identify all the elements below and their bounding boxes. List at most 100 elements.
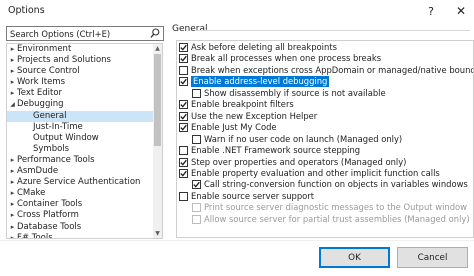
option-label: Print source server diagnostic messages …: [204, 202, 468, 213]
scroll-thumb[interactable]: [154, 54, 161, 146]
option-label: Ask before deleting all breakpoints: [191, 42, 337, 52]
tree-item[interactable]: ▸ Performance Tools: [7, 155, 153, 166]
tree-item[interactable]: ▸ Container Tools: [7, 199, 153, 210]
checkbox-checked[interactable]: [179, 43, 188, 52]
checkbox-checked[interactable]: [179, 168, 188, 178]
checkbox-unchecked[interactable]: [192, 134, 201, 144]
tree-item-label: Cross Platform: [17, 210, 79, 221]
tree-item-label: Database Tools: [17, 221, 82, 232]
tree-item[interactable]: Just-In-Time: [7, 122, 153, 133]
option-row[interactable]: Show disassembly if source is not availa…: [177, 87, 473, 99]
option-row[interactable]: Print source server diagnostic messages …: [177, 202, 473, 213]
tree-item[interactable]: Output Window: [7, 133, 153, 144]
search-icon[interactable]: [150, 28, 160, 42]
option-row[interactable]: Call string-conversion function on objec…: [177, 179, 473, 190]
checkbox-checked[interactable]: [192, 180, 201, 190]
option-row[interactable]: Enable source server support: [177, 191, 473, 202]
option-row[interactable]: Enable Just My Code: [177, 122, 473, 133]
scroll-up-icon[interactable]: ▲: [153, 44, 162, 53]
expand-arrow-icon[interactable]: ▸: [8, 233, 17, 238]
expand-arrow-icon[interactable]: ▸: [8, 177, 17, 188]
tree-scrollbar[interactable]: ▲ ▼: [153, 44, 162, 238]
expand-arrow-icon[interactable]: ▸: [8, 66, 17, 77]
tree-item[interactable]: Symbols: [7, 144, 153, 155]
ok-button[interactable]: OK: [319, 247, 390, 268]
collapse-arrow-icon[interactable]: ◢: [8, 99, 17, 110]
checkmark-icon: [180, 124, 187, 131]
expand-arrow-icon[interactable]: ▸: [8, 88, 17, 99]
expand-arrow-icon[interactable]: ▸: [8, 188, 17, 199]
option-label: Enable breakpoint filters: [191, 99, 294, 110]
tree-item-label: F# Tools: [17, 232, 53, 239]
checkbox-checked[interactable]: [179, 123, 188, 133]
expand-arrow-icon[interactable]: ▸: [8, 222, 17, 233]
search-box[interactable]: [6, 26, 164, 41]
checkbox-checked[interactable]: [179, 100, 188, 110]
cancel-button[interactable]: Cancel: [397, 247, 468, 268]
tree-item[interactable]: ▸ Environment: [7, 44, 153, 55]
expand-arrow-icon[interactable]: ▸: [8, 77, 17, 88]
tree-item-label: Debugging: [17, 99, 64, 110]
checkbox-checked[interactable]: [179, 157, 188, 167]
option-row[interactable]: Allow source server for partial trust as…: [177, 214, 473, 225]
tree-item[interactable]: ▸ Source Control: [7, 66, 153, 77]
search-input[interactable]: [10, 27, 146, 40]
checkmark-icon: [180, 102, 187, 108]
tree-item[interactable]: ▸ Database Tools: [7, 222, 153, 233]
option-row[interactable]: Break all processes when one process bre…: [177, 53, 473, 64]
tree-item[interactable]: General: [7, 110, 153, 122]
checkbox-checked[interactable]: [179, 111, 188, 121]
tree-item[interactable]: ◢ Debugging: [7, 99, 153, 110]
tree-item[interactable]: ▸ Cross Platform: [7, 210, 153, 221]
checkbox-unchecked[interactable]: [192, 203, 201, 213]
tree-item-label: Output Window: [33, 132, 99, 143]
group-label: General: [172, 24, 208, 34]
tree-item-label: Just-In-Time: [33, 121, 83, 132]
divider: [0, 240, 474, 241]
checkbox-unchecked[interactable]: [179, 65, 188, 75]
option-label: Use the new Exception Helper: [191, 110, 318, 121]
option-row[interactable]: Enable breakpoint filters: [177, 99, 473, 110]
checkbox-unchecked[interactable]: [179, 146, 188, 156]
tree-item[interactable]: ▸ Text Editor: [7, 88, 153, 99]
tree-item[interactable]: ▸ Projects and Solutions: [7, 55, 153, 66]
scroll-down-icon[interactable]: ▼: [153, 229, 162, 238]
option-row[interactable]: Enable property evaluation and other imp…: [177, 168, 473, 179]
option-row[interactable]: Ask before deleting all breakpoints: [177, 42, 473, 53]
checkmark-icon: [180, 79, 187, 85]
help-button[interactable]: ?: [418, 0, 444, 22]
tree-item-label: Container Tools: [17, 199, 83, 210]
tree-item[interactable]: ▸ Work Items: [7, 77, 153, 88]
expand-arrow-icon[interactable]: ▸: [8, 166, 17, 177]
tree-item[interactable]: ▸ F# Tools: [7, 232, 153, 239]
tree-item-label: Text Editor: [17, 88, 63, 99]
tree-item-label: Azure Service Authentication: [17, 177, 141, 188]
checkbox-checked[interactable]: [179, 54, 188, 64]
expand-arrow-icon[interactable]: ▸: [8, 55, 17, 66]
tree-item[interactable]: ▸ Azure Service Authentication: [7, 177, 153, 188]
option-row[interactable]: Enable .NET Framework source stepping: [177, 145, 473, 156]
tree-item-label: AsmDude: [17, 166, 59, 177]
option-label: Show disassembly if source is not availa…: [204, 87, 386, 98]
checkbox-checked[interactable]: [179, 77, 188, 87]
checkbox-unchecked[interactable]: [179, 191, 188, 201]
checkbox-unchecked[interactable]: [192, 214, 201, 224]
option-row[interactable]: Enable address-level debugging: [177, 76, 473, 88]
window-title: Options: [8, 5, 45, 16]
expand-arrow-icon[interactable]: ▸: [8, 155, 17, 166]
tree-item[interactable]: ▸ AsmDude: [7, 166, 153, 177]
option-row[interactable]: Use the new Exception Helper: [177, 110, 473, 122]
option-label: Step over properties and operators (Mana…: [191, 156, 407, 167]
option-row[interactable]: Step over properties and operators (Mana…: [177, 156, 473, 168]
expand-arrow-icon[interactable]: ▸: [8, 44, 17, 55]
title-bar: Options ? ✕: [0, 0, 474, 22]
option-row[interactable]: Break when exceptions cross AppDomain or…: [177, 65, 473, 76]
expand-arrow-icon[interactable]: ▸: [8, 199, 17, 210]
expand-arrow-icon[interactable]: ▸: [8, 210, 17, 221]
checkbox-unchecked[interactable]: [192, 88, 201, 98]
option-row[interactable]: Warn if no user code on launch (Managed …: [177, 134, 473, 145]
close-button[interactable]: ✕: [448, 0, 474, 22]
tree-item-label: Projects and Solutions: [17, 55, 111, 66]
tree-item[interactable]: ▸ CMake: [7, 188, 153, 199]
checkmark-icon: [180, 159, 187, 166]
